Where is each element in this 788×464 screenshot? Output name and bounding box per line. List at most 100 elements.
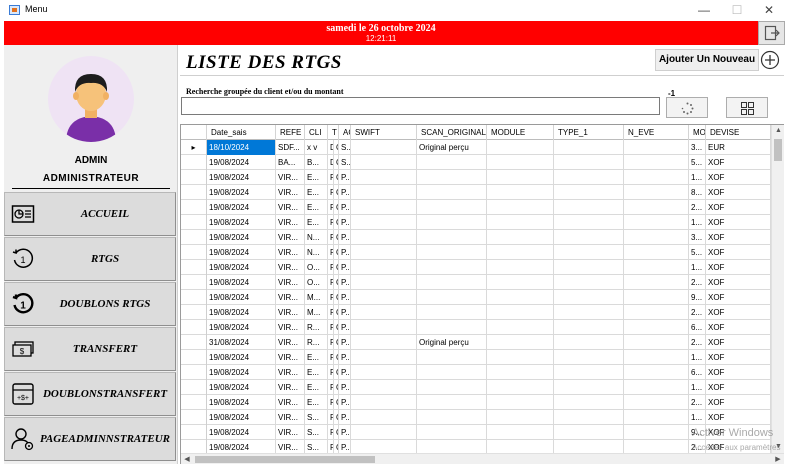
row-header[interactable] [181, 200, 207, 215]
table-row[interactable]: 19/08/2024VIR...E...PC..P...1...XOF [181, 350, 771, 365]
table-cell[interactable]: XOF [706, 350, 771, 365]
table-cell[interactable]: P... [339, 185, 351, 200]
table-cell[interactable] [351, 140, 417, 155]
table-cell[interactable] [624, 170, 689, 185]
table-cell[interactable] [624, 290, 689, 305]
table-cell[interactable]: VIR... [276, 410, 305, 425]
table-cell[interactable]: S... [339, 140, 351, 155]
nav-transfert-button[interactable]: $ TRANSFERT [4, 327, 176, 371]
table-cell[interactable] [351, 440, 417, 453]
table-cell[interactable]: E... [305, 365, 328, 380]
refresh-button[interactable] [666, 97, 708, 118]
table-cell[interactable]: 1... [689, 410, 706, 425]
row-header[interactable] [181, 245, 207, 260]
table-cell[interactable]: VIR... [276, 290, 305, 305]
column-header[interactable]: DEVISE [706, 125, 771, 140]
rtgs-data-grid[interactable]: Date_saisREFECLITACSWIFTSCAN_ORIGINALMOD… [180, 124, 784, 464]
table-cell[interactable]: 1... [689, 260, 706, 275]
row-header[interactable] [181, 425, 207, 440]
table-cell[interactable] [487, 365, 554, 380]
row-header[interactable] [181, 305, 207, 320]
table-cell[interactable]: 19/08/2024 [207, 395, 276, 410]
table-cell[interactable] [624, 260, 689, 275]
grid-view-button[interactable] [726, 97, 768, 118]
add-new-button[interactable]: Ajouter Un Nouveau [655, 49, 759, 71]
table-cell[interactable]: P... [339, 200, 351, 215]
row-header[interactable] [181, 215, 207, 230]
table-cell[interactable]: XOF [706, 335, 771, 350]
table-cell[interactable] [624, 140, 689, 155]
table-cell[interactable]: 19/08/2024 [207, 155, 276, 170]
table-cell[interactable]: 3... [689, 230, 706, 245]
table-cell[interactable]: VIR... [276, 275, 305, 290]
table-cell[interactable] [624, 395, 689, 410]
table-cell[interactable] [487, 440, 554, 453]
table-cell[interactable]: VIR... [276, 335, 305, 350]
table-cell[interactable]: 1... [689, 380, 706, 395]
table-row[interactable]: 19/08/2024VIR...S...PC..P...1...XOF [181, 410, 771, 425]
table-cell[interactable] [554, 170, 624, 185]
table-cell[interactable]: XOF [706, 395, 771, 410]
table-cell[interactable] [487, 140, 554, 155]
table-cell[interactable]: E... [305, 350, 328, 365]
table-cell[interactable]: EUR [706, 140, 771, 155]
table-cell[interactable]: 3... [689, 140, 706, 155]
table-cell[interactable] [554, 185, 624, 200]
table-cell[interactable] [417, 170, 487, 185]
row-header[interactable] [181, 155, 207, 170]
current-row-indicator-icon[interactable]: ▸ [181, 140, 207, 155]
table-cell[interactable]: 19/08/2024 [207, 245, 276, 260]
column-header[interactable]: T [328, 125, 339, 140]
table-cell[interactable] [487, 230, 554, 245]
table-cell[interactable]: P... [339, 395, 351, 410]
nav-doublons-transfert-button[interactable]: +$+ DOUBLONS TRANSFERT [4, 372, 176, 416]
table-cell[interactable]: 19/08/2024 [207, 425, 276, 440]
table-cell[interactable] [554, 215, 624, 230]
table-cell[interactable]: XOF [706, 170, 771, 185]
close-button[interactable]: ✕ [752, 0, 786, 21]
table-cell[interactable]: x v [305, 140, 328, 155]
column-header[interactable]: AC [339, 125, 351, 140]
row-header[interactable] [181, 350, 207, 365]
table-cell[interactable]: P... [339, 290, 351, 305]
table-cell[interactable]: SDF... [276, 140, 305, 155]
table-cell[interactable] [624, 365, 689, 380]
table-row[interactable]: 19/08/2024VIR...E...PC..P...1...XOF [181, 380, 771, 395]
row-header[interactable] [181, 185, 207, 200]
table-cell[interactable]: E... [305, 215, 328, 230]
table-row[interactable]: 19/08/2024VIR...E...PC..P...1...XOF [181, 215, 771, 230]
table-cell[interactable] [487, 410, 554, 425]
row-header[interactable] [181, 260, 207, 275]
table-cell[interactable] [554, 155, 624, 170]
table-cell[interactable] [351, 155, 417, 170]
table-cell[interactable]: E... [305, 185, 328, 200]
row-header[interactable] [181, 395, 207, 410]
table-row[interactable]: 31/08/2024VIR...R...PC..P...Original per… [181, 335, 771, 350]
column-header[interactable]: TYPE_1 [554, 125, 624, 140]
table-cell[interactable]: Original perçu [417, 335, 487, 350]
table-cell[interactable]: VIR... [276, 230, 305, 245]
table-cell[interactable] [417, 215, 487, 230]
row-header[interactable] [181, 440, 207, 453]
row-header[interactable] [181, 275, 207, 290]
table-cell[interactable]: P... [339, 365, 351, 380]
table-row[interactable]: 19/08/2024VIR...R...PC..P...6...XOF [181, 320, 771, 335]
table-cell[interactable] [487, 215, 554, 230]
table-cell[interactable]: 2... [689, 275, 706, 290]
table-cell[interactable]: P... [339, 275, 351, 290]
table-cell[interactable] [417, 350, 487, 365]
search-input[interactable] [181, 97, 660, 115]
table-row[interactable]: 19/08/2024VIR...S...PC..P...9...XOF [181, 425, 771, 440]
table-cell[interactable]: S... [305, 425, 328, 440]
table-cell[interactable]: P... [339, 440, 351, 453]
nav-admin-button[interactable]: PAGE ADMINNSTRATEUR [4, 417, 176, 461]
table-cell[interactable] [487, 200, 554, 215]
table-cell[interactable] [351, 425, 417, 440]
table-cell[interactable]: XOF [706, 410, 771, 425]
table-cell[interactable] [487, 395, 554, 410]
table-cell[interactable] [487, 350, 554, 365]
table-cell[interactable] [554, 380, 624, 395]
table-cell[interactable]: P... [339, 320, 351, 335]
table-cell[interactable]: 19/08/2024 [207, 170, 276, 185]
table-cell[interactable] [417, 425, 487, 440]
